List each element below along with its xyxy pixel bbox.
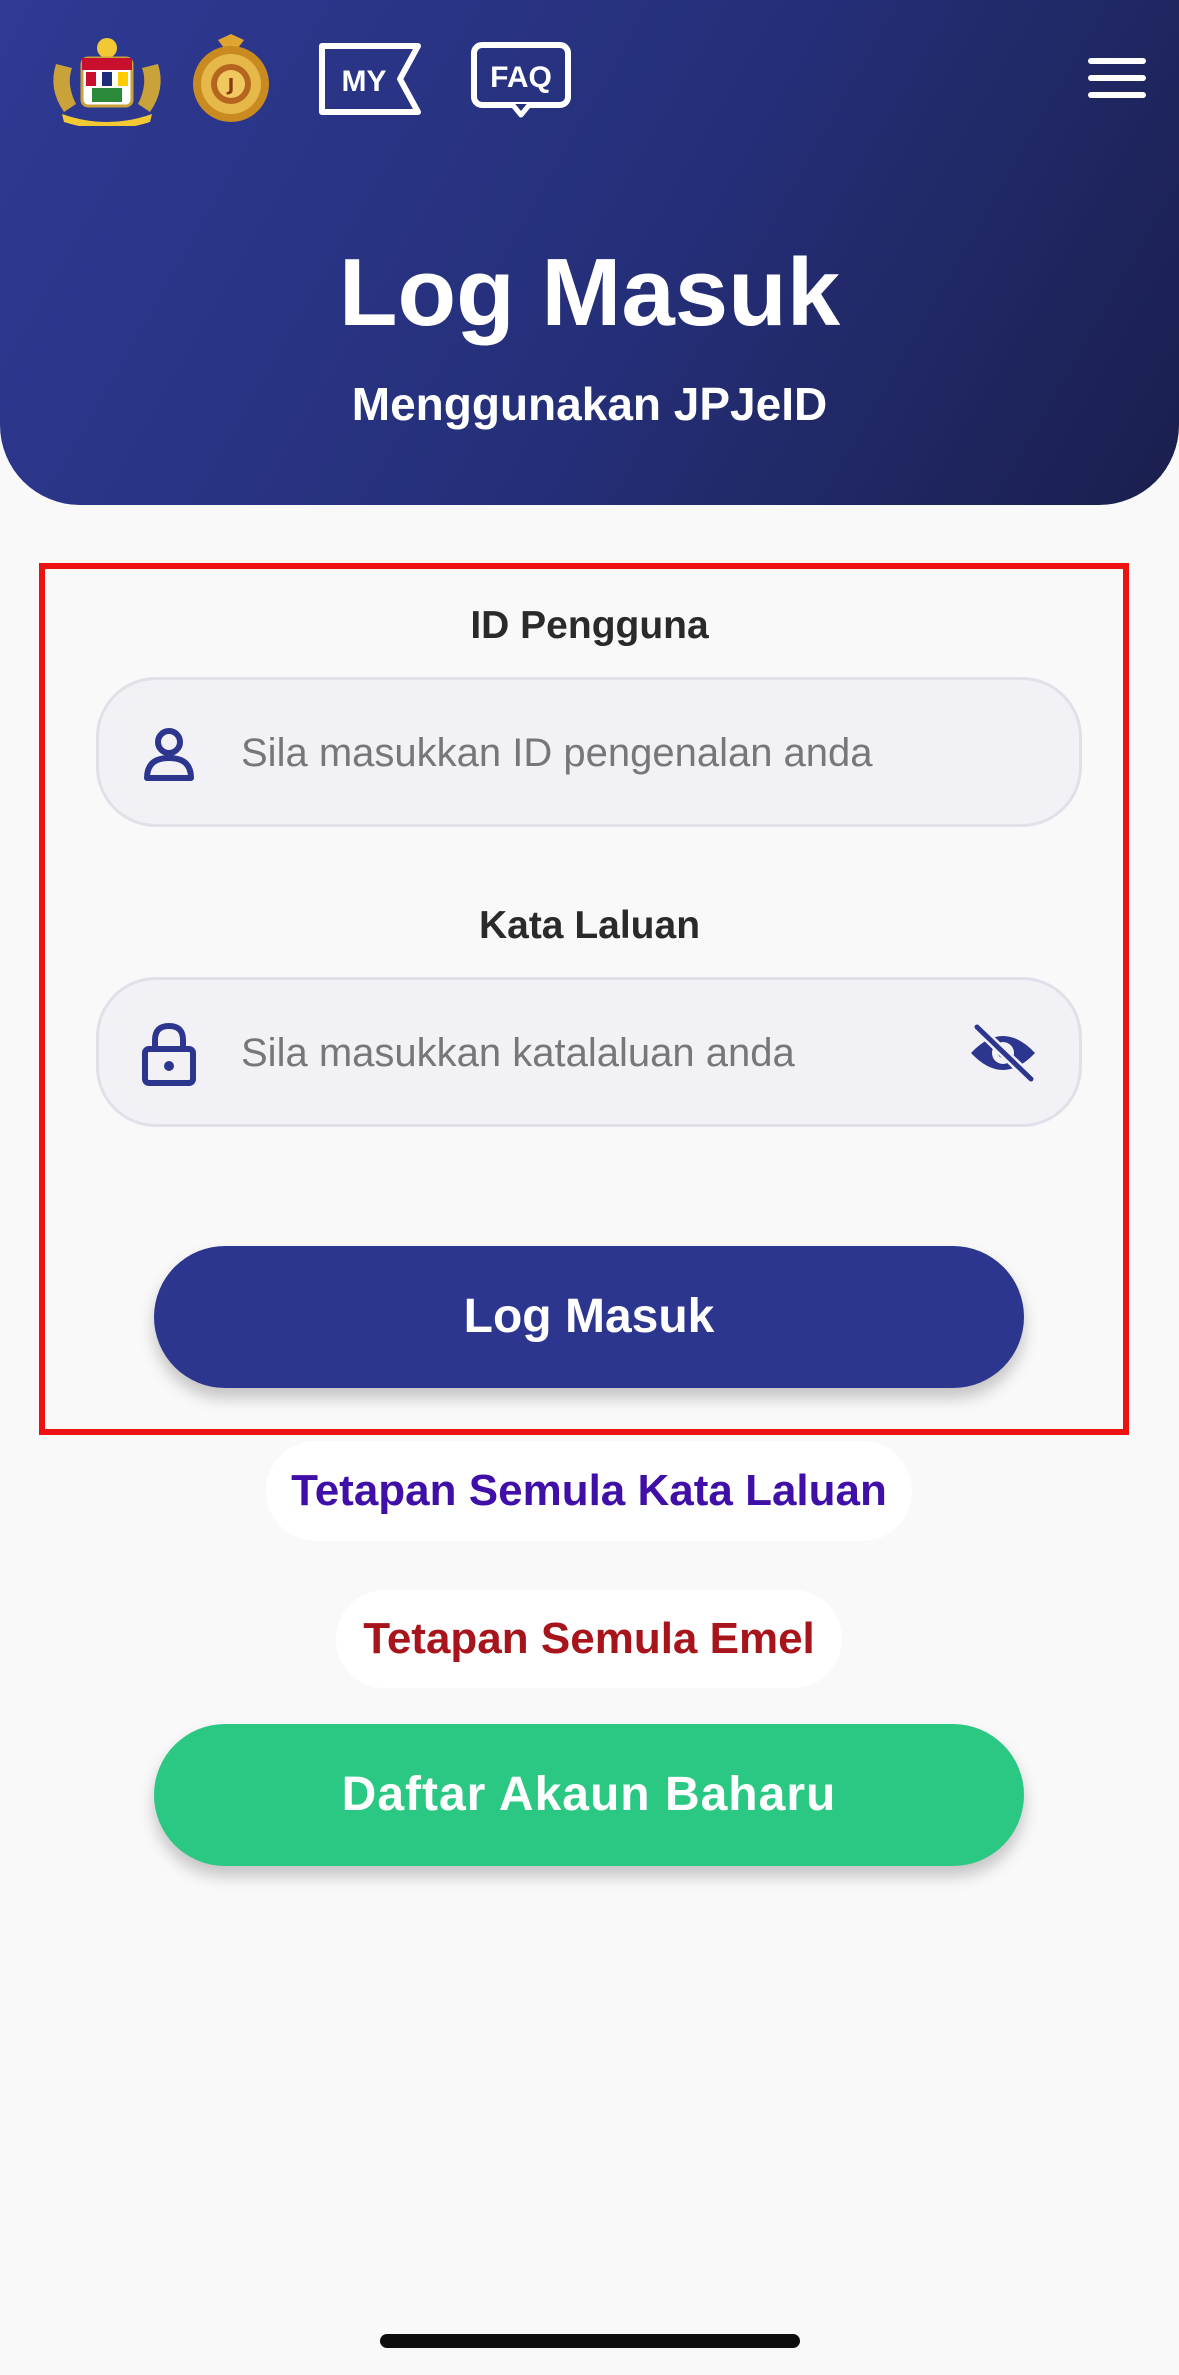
user-id-field[interactable]	[96, 677, 1082, 827]
page-subtitle: Menggunakan JPJeID	[351, 378, 828, 430]
faq-label: FAQ	[490, 61, 552, 94]
eye-slash-icon[interactable]	[969, 1022, 1037, 1088]
login-button[interactable]: Log Masuk	[154, 1246, 1024, 1388]
jpj-emblem: J	[188, 34, 274, 126]
reset-email-link[interactable]: Tetapan Semula Emel	[336, 1590, 842, 1688]
faq-icon[interactable]: FAQ	[470, 42, 572, 123]
user-id-label: ID Pengguna	[470, 604, 709, 647]
hamburger-menu-icon[interactable]	[1088, 58, 1146, 102]
password-field[interactable]	[96, 977, 1082, 1127]
lock-icon	[141, 1022, 197, 1091]
svg-text:J: J	[226, 75, 235, 96]
home-indicator	[380, 2334, 800, 2348]
password-input[interactable]	[239, 980, 983, 1126]
my-icon[interactable]: MY	[318, 42, 422, 121]
my-label: MY	[342, 65, 387, 98]
page-title: Log Masuk	[338, 239, 841, 346]
password-label: Kata Laluan	[478, 904, 701, 947]
user-id-input[interactable]	[239, 680, 983, 826]
reset-password-link[interactable]: Tetapan Semula Kata Laluan	[266, 1441, 912, 1541]
user-icon	[141, 726, 197, 787]
coat-of-arms-emblem	[46, 34, 168, 126]
register-button[interactable]: Daftar Akaun Baharu	[154, 1724, 1024, 1866]
header: J MY FAQ Log Masuk Menggunakan JPJeID	[0, 0, 1179, 505]
